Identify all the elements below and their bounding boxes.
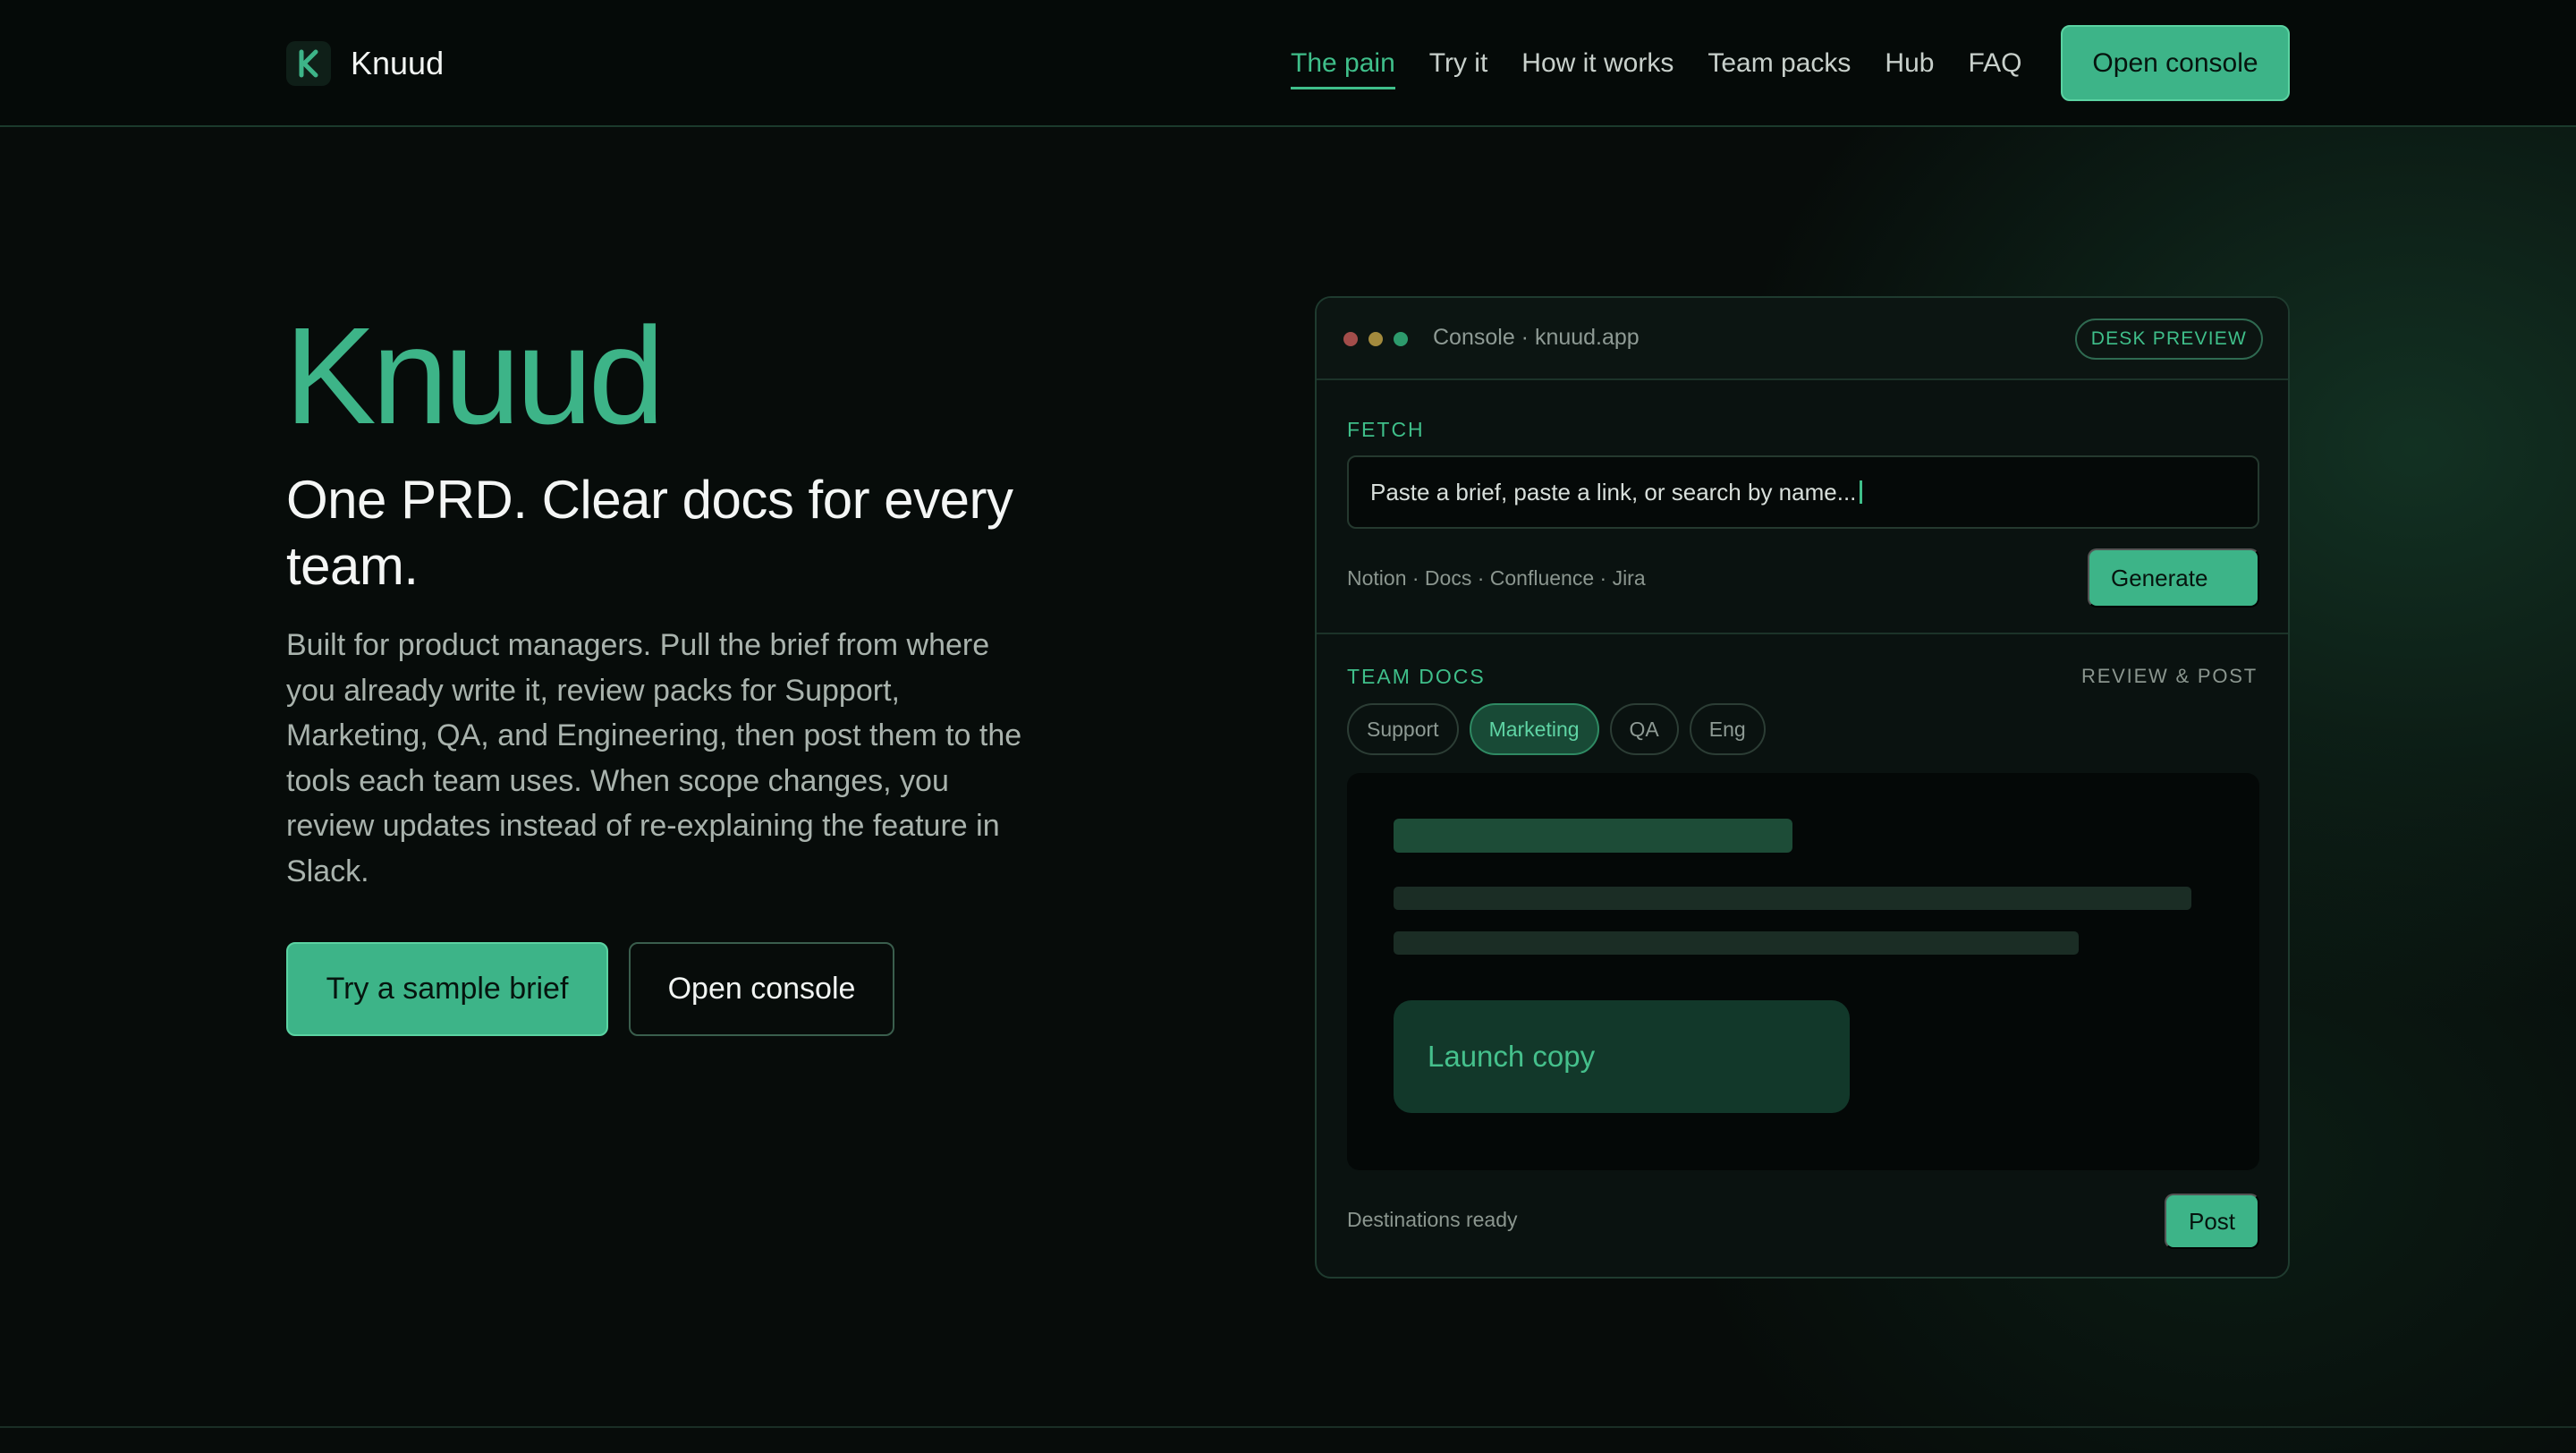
generate-button[interactable]: Generate <box>2088 548 2259 608</box>
brand-name: Knuud <box>351 45 445 81</box>
window-maximize-dot-icon <box>1394 332 1408 346</box>
section-divider <box>1317 633 2288 634</box>
doc-line-placeholder <box>1394 931 2079 955</box>
team-docs-label: TEAM DOCS <box>1347 665 1486 688</box>
nav-link-how-it-works[interactable]: How it works <box>1521 48 1674 79</box>
destinations-status: Destinations ready <box>1347 1208 1518 1231</box>
fetch-input-placeholder: Paste a brief, paste a link, or search b… <box>1370 478 1857 506</box>
nav-link-team-packs[interactable]: Team packs <box>1707 48 1851 79</box>
tab-eng[interactable]: Eng <box>1689 703 1766 755</box>
tab-qa[interactable]: QA <box>1609 703 1679 755</box>
brand[interactable]: Knuud <box>286 39 444 88</box>
footer-divider <box>0 1426 2576 1428</box>
desk-preview-badge: DESK PREVIEW <box>2074 319 2263 360</box>
nav-link-hub[interactable]: Hub <box>1885 48 1934 79</box>
console-window-title: Console · knuud.app <box>1433 325 1640 350</box>
doc-preview-panel: Launch copy <box>1347 773 2259 1170</box>
open-console-button[interactable]: Open console <box>629 942 894 1036</box>
nav-links: The pain Try it How it works Team packs … <box>1291 43 2055 89</box>
tab-support[interactable]: Support <box>1347 703 1459 755</box>
nav-link-the-pain[interactable]: The pain <box>1291 48 1395 89</box>
hero-title: Knuud <box>284 299 665 453</box>
console-header: Console · knuud.app DESK PREVIEW <box>1317 298 2288 380</box>
fetch-input[interactable]: Paste a brief, paste a link, or search b… <box>1347 455 2259 529</box>
source-integrations: Notion · Docs · Confluence · Jira <box>1347 566 1646 590</box>
team-tabs: Support Marketing QA Eng <box>1347 703 1776 755</box>
tab-marketing[interactable]: Marketing <box>1469 703 1599 755</box>
knuud-logo-icon <box>286 41 331 86</box>
try-sample-brief-button[interactable]: Try a sample brief <box>286 942 608 1036</box>
doc-heading-placeholder <box>1394 819 1792 853</box>
nav-link-try-it[interactable]: Try it <box>1429 48 1488 79</box>
console-preview-card: Console · knuud.app DESK PREVIEW FETCH P… <box>1315 296 2290 1279</box>
hero-subtitle: One PRD. Clear docs for every team. <box>286 470 1013 596</box>
hero-description: Built for product managers. Pull the bri… <box>286 628 1022 888</box>
launch-copy-card[interactable]: Launch copy <box>1394 1000 1850 1113</box>
open-console-nav-button[interactable]: Open console <box>2061 25 2290 101</box>
text-caret <box>1860 480 1863 504</box>
window-close-dot-icon <box>1343 332 1358 346</box>
review-post-label: REVIEW & POST <box>2081 665 2258 687</box>
nav-link-faq[interactable]: FAQ <box>1968 48 2021 79</box>
top-navigation: Knuud The pain Try it How it works Team … <box>0 0 2576 127</box>
doc-line-placeholder <box>1394 887 2191 910</box>
window-minimize-dot-icon <box>1368 332 1383 346</box>
post-button[interactable]: Post <box>2165 1194 2259 1249</box>
fetch-label: FETCH <box>1347 418 1425 441</box>
